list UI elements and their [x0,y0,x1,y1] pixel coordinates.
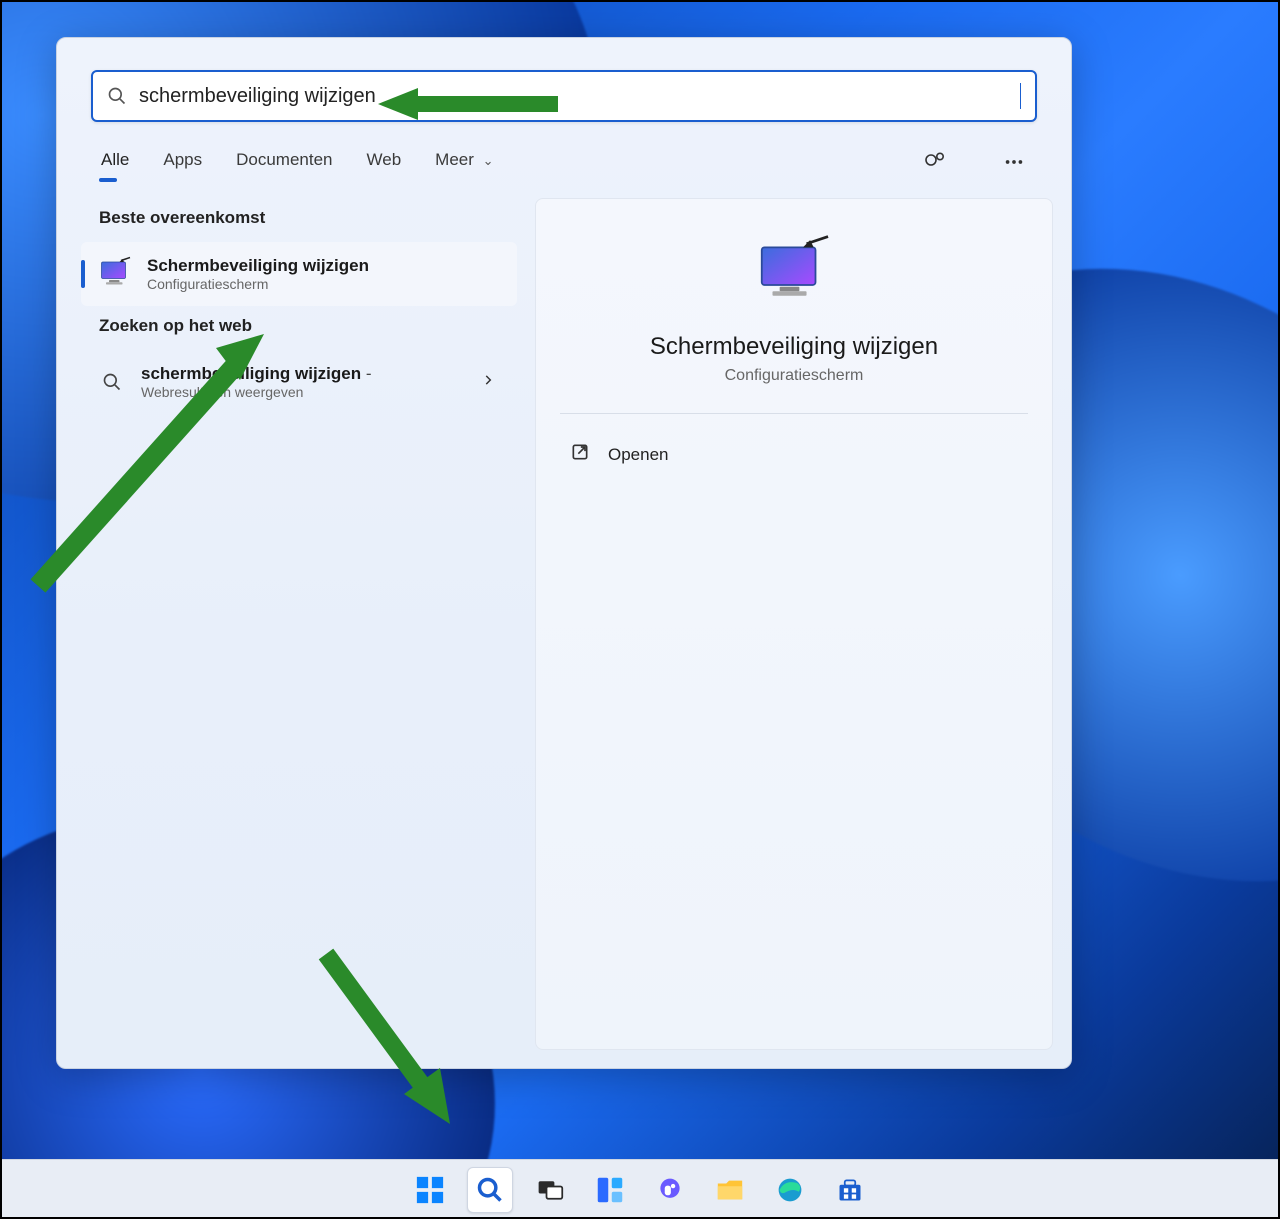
preview-subtitle: Configuratiescherm [725,367,864,385]
tab-documents[interactable]: Documenten [234,144,334,180]
monitor-icon [97,256,133,292]
divider [560,413,1028,414]
tab-web[interactable]: Web [365,144,404,180]
tab-label: Apps [163,150,202,169]
search-bar[interactable]: schermbeveiliging wijzigen [91,70,1037,122]
result-subtitle: Configuratiescherm [147,276,369,292]
taskbar-taskview-button[interactable] [527,1167,573,1213]
tab-all[interactable]: Alle [99,144,131,180]
taskbar-store-button[interactable] [827,1167,873,1213]
chat-icon-button[interactable] [919,146,951,178]
taskbar-edge-button[interactable] [767,1167,813,1213]
result-title: Schermbeveiliging wijzigen [147,256,369,276]
result-best-match[interactable]: Schermbeveiliging wijzigen Configuraties… [81,242,517,306]
taskbar-chat-button[interactable] [647,1167,693,1213]
preview-card: Schermbeveiliging wijzigen Configuraties… [535,198,1053,1050]
open-external-icon [570,442,590,467]
chevron-right-icon [481,373,501,392]
best-match-heading: Beste overeenkomst [81,198,517,242]
filter-tabs: Alle Apps Documenten Web Meer ⌄ [57,136,1071,198]
tab-more[interactable]: Meer ⌄ [433,144,495,180]
taskbar-start-button[interactable] [407,1167,453,1213]
search-icon [107,86,127,106]
taskbar-file-explorer-button[interactable] [707,1167,753,1213]
result-subtitle: Webresultaten weergeven [141,384,372,400]
search-icon [97,367,127,397]
result-title-suffix: - [361,364,371,383]
web-search-heading: Zoeken op het web [81,306,517,350]
tab-label: Meer [435,150,474,169]
action-open[interactable]: Openen [560,430,1028,479]
monitor-icon [751,233,837,319]
taskbar [0,1159,1280,1219]
taskbar-widgets-button[interactable] [587,1167,633,1213]
tab-label: Web [367,150,402,169]
tab-apps[interactable]: Apps [161,144,204,180]
result-web-search[interactable]: schermbeveiliging wijzigen - Webresultat… [81,350,517,414]
search-window: schermbeveiliging wijzigen Alle Apps Doc… [56,37,1072,1069]
text-cursor [1020,83,1021,109]
action-label: Openen [608,445,669,465]
result-title-text: schermbeveiliging wijzigen [141,364,361,383]
search-input[interactable]: schermbeveiliging wijzigen [139,85,1020,108]
taskbar-search-button[interactable] [467,1167,513,1213]
result-title: schermbeveiliging wijzigen - [141,364,372,384]
results-list: Beste overeenkomst [75,198,517,1050]
chevron-down-icon: ⌄ [483,153,494,168]
more-options-button[interactable] [999,147,1029,177]
preview-title: Schermbeveiliging wijzigen [650,333,938,361]
tab-label: Documenten [236,150,332,169]
tab-label: Alle [101,150,129,169]
